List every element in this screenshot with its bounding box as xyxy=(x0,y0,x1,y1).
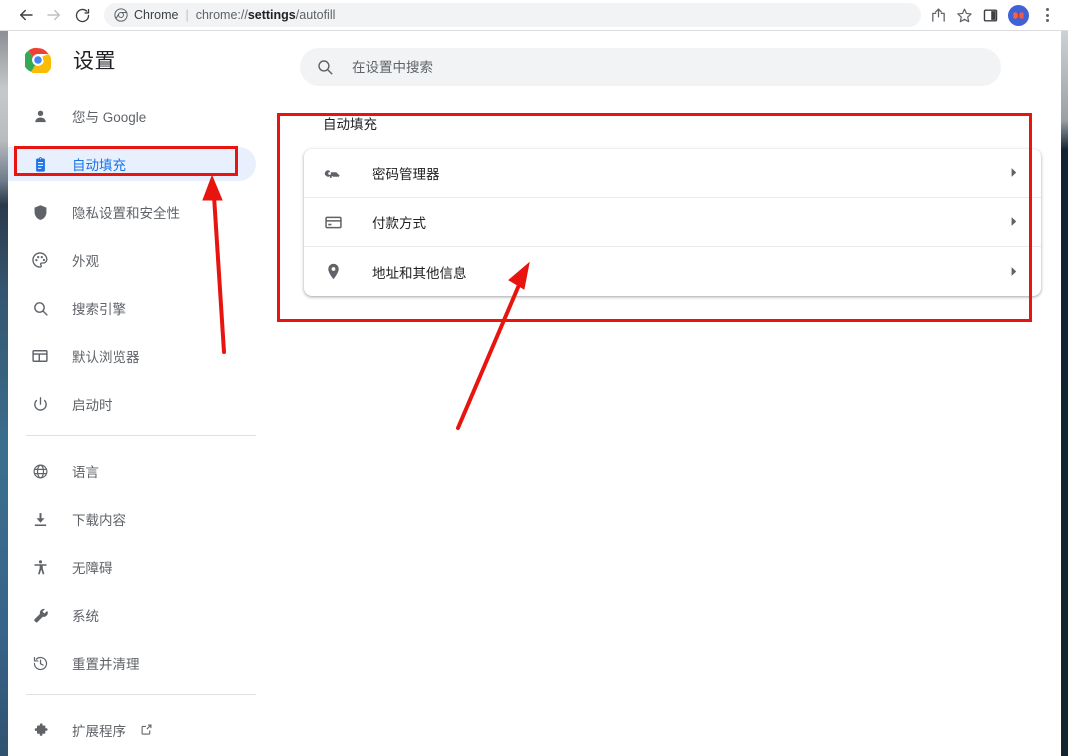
browser-window: Chrome | chrome://settings/autofill 设置 您… xyxy=(0,0,1068,756)
annotation-arrows xyxy=(202,174,530,430)
arrow-to-sidebar-autofill xyxy=(212,194,226,354)
arrowhead-address xyxy=(508,261,530,290)
arrow-to-address-row xyxy=(456,283,521,430)
arrowhead-sidebar xyxy=(202,174,223,201)
